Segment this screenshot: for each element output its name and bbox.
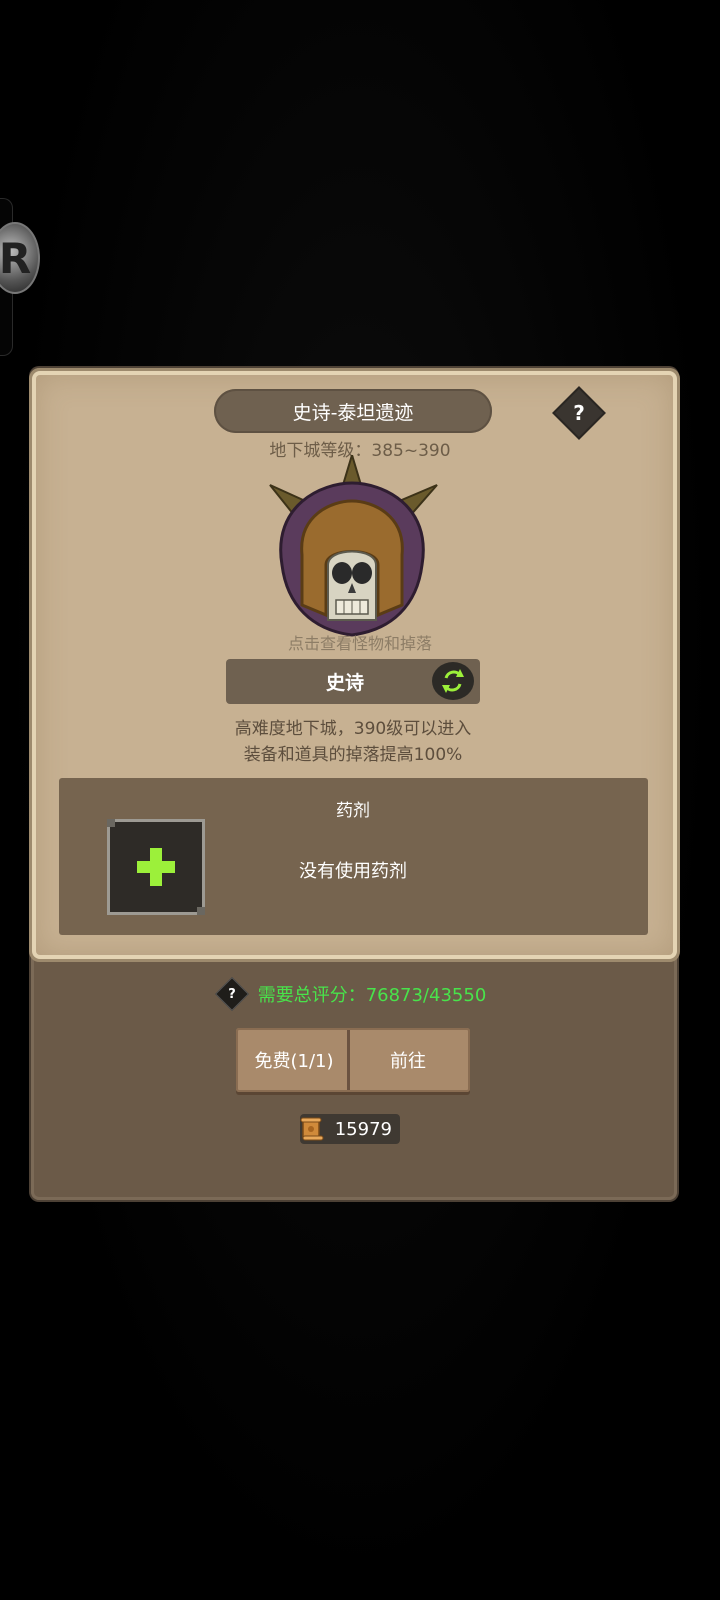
view-monsters-hint[interactable]: 点击查看怪物和掉落 <box>0 630 720 654</box>
score-help-icon[interactable]: ? <box>214 977 249 1011</box>
go-button[interactable]: 前往 <box>350 1032 466 1088</box>
free-entry-button[interactable]: 免费(1/1) <box>240 1032 348 1088</box>
score-requirement-text: 需要总评分：76873/43550 <box>257 985 487 1006</box>
swap-difficulty-icon[interactable] <box>432 662 474 700</box>
score-requirement: ? 需要总评分：76873/43550 <box>0 977 706 1011</box>
difficulty-desc-line1: 高难度地下城，390级可以进入 <box>234 719 472 739</box>
dungeon-title-text: 史诗-泰坦遗迹 <box>292 401 414 424</box>
dungeon-title: 史诗-泰坦遗迹 <box>214 389 492 433</box>
go-label: 前往 <box>390 1051 426 1072</box>
free-entry-label: 免费(1/1) <box>254 1051 334 1072</box>
scroll-currency-value: 15979 <box>334 1118 392 1140</box>
score-help-label: ? <box>227 986 236 1002</box>
question-icon: ? <box>573 401 585 425</box>
scroll-icon <box>300 1117 324 1141</box>
difficulty-label: 史诗 <box>325 672 364 694</box>
side-badge-letter: R <box>0 233 32 283</box>
potion-title: 药剂 <box>336 801 370 821</box>
boss-skull-helmet-icon[interactable] <box>262 455 442 645</box>
difficulty-desc-line2: 装备和道具的掉落提高100% <box>243 745 463 765</box>
potion-status: 没有使用药剂 <box>299 861 407 882</box>
